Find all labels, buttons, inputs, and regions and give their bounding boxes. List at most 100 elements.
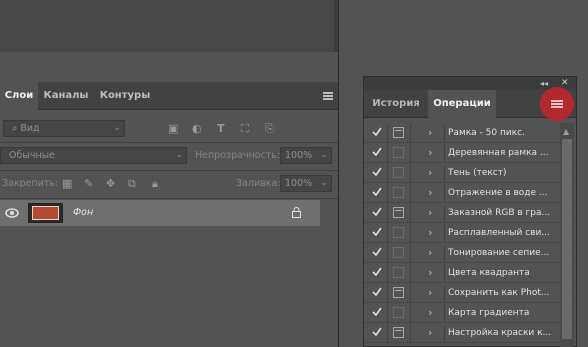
expand-chevron-icon[interactable]: › xyxy=(428,224,432,241)
lock-image-icon[interactable]: ✎ xyxy=(84,175,93,192)
column-divider xyxy=(410,143,411,163)
column-divider xyxy=(410,203,411,223)
action-name: Рамка - 50 пикс. xyxy=(444,125,556,141)
expand-chevron-icon[interactable]: › xyxy=(428,324,432,341)
expand-chevron-icon[interactable]: › xyxy=(428,124,432,141)
dialog-toggle-icon[interactable] xyxy=(393,247,404,258)
chevron-down-icon: ⌄ xyxy=(175,150,183,160)
collapse-icon[interactable]: ◂◂ xyxy=(540,77,548,90)
dialog-toggle-icon[interactable] xyxy=(393,187,404,198)
checkmark-icon[interactable] xyxy=(372,207,382,217)
expand-chevron-icon[interactable]: › xyxy=(428,144,432,161)
layer-row[interactable]: Фон xyxy=(0,200,320,226)
checkmark-icon[interactable] xyxy=(372,167,382,177)
actions-scrollbar[interactable]: ▲ xyxy=(560,123,574,347)
action-row[interactable]: › Карта градиента xyxy=(364,303,576,323)
column-divider xyxy=(387,243,388,263)
expand-chevron-icon[interactable]: › xyxy=(428,244,432,261)
column-divider xyxy=(387,283,388,303)
layer-filter-select[interactable]: ⌕ Вид ⌄ xyxy=(3,120,125,137)
action-name: Сохранить как Phot... xyxy=(444,285,556,301)
expand-chevron-icon[interactable]: › xyxy=(428,284,432,301)
layer-name[interactable]: Фон xyxy=(73,200,93,226)
lock-artboard-icon[interactable]: ⧉ xyxy=(128,175,136,192)
tab-history[interactable]: История xyxy=(364,90,428,118)
dialog-toggle-icon[interactable] xyxy=(393,287,404,298)
opacity-field[interactable]: 100% ⌄ xyxy=(280,147,332,164)
action-row[interactable]: › Тень (текст) xyxy=(364,163,576,183)
column-divider xyxy=(387,323,388,343)
dialog-toggle-icon[interactable] xyxy=(393,267,404,278)
actions-panel-menu-button[interactable] xyxy=(540,87,574,121)
tab-actions[interactable]: Операции xyxy=(428,90,496,118)
adjustment-filter-icon[interactable]: ◐ xyxy=(192,120,202,137)
dialog-toggle-icon[interactable] xyxy=(393,207,404,218)
column-divider xyxy=(410,263,411,283)
tab-channels[interactable]: Каналы xyxy=(40,82,92,110)
layer-thumbnail[interactable] xyxy=(28,203,63,223)
action-row[interactable]: › Рамка - 50 пикс. xyxy=(364,123,576,143)
fill-field[interactable]: 100% ⌄ xyxy=(280,175,332,192)
expand-chevron-icon[interactable]: › xyxy=(428,204,432,221)
blend-mode-value: Обычные xyxy=(9,150,56,161)
dialog-toggle-icon[interactable] xyxy=(393,307,404,318)
action-name: Расплавленный сви... xyxy=(444,225,556,241)
expand-chevron-icon[interactable]: › xyxy=(428,304,432,321)
action-row[interactable]: › Настройка краски к... xyxy=(364,323,576,343)
column-divider xyxy=(410,163,411,183)
dialog-toggle-icon[interactable] xyxy=(393,147,404,158)
checkmark-icon[interactable] xyxy=(372,287,382,297)
action-row[interactable]: › Сохранить как Phot... xyxy=(364,283,576,303)
expand-chevron-icon[interactable]: › xyxy=(428,164,432,181)
dialog-toggle-icon[interactable] xyxy=(393,327,404,338)
column-divider xyxy=(387,123,388,143)
expand-chevron-icon[interactable]: › xyxy=(428,184,432,201)
fill-label: Заливка: xyxy=(236,178,281,189)
smart-object-filter-icon[interactable]: ⎘ xyxy=(265,120,274,137)
column-divider xyxy=(410,283,411,303)
dialog-toggle-icon[interactable] xyxy=(393,127,404,138)
panel-divider xyxy=(338,0,339,347)
action-name: Карта градиента xyxy=(444,305,556,321)
blend-mode-select[interactable]: Обычные ⌄ xyxy=(0,147,187,164)
checkmark-icon[interactable] xyxy=(372,327,382,337)
column-divider xyxy=(387,143,388,163)
column-divider xyxy=(387,223,388,243)
eye-icon[interactable] xyxy=(5,207,19,219)
checkmark-icon[interactable] xyxy=(372,247,382,257)
checkmark-icon[interactable] xyxy=(372,127,382,137)
layers-panel: Слои Каналы Контуры ⌕ Вид ⌄ ▣ ◐ T ⛶ ⎘ Об… xyxy=(0,82,338,347)
column-divider xyxy=(387,263,388,283)
scroll-up-icon[interactable]: ▲ xyxy=(563,127,569,136)
action-row[interactable]: › Расплавленный сви... xyxy=(364,223,576,243)
column-divider xyxy=(387,203,388,223)
action-row[interactable]: › Тонирование сепие... xyxy=(364,243,576,263)
checkmark-icon[interactable] xyxy=(372,267,382,277)
dialog-toggle-icon[interactable] xyxy=(393,227,404,238)
shape-filter-icon[interactable]: ⛶ xyxy=(241,120,249,137)
action-row[interactable]: › Отражение в воде ... xyxy=(364,183,576,203)
action-row[interactable]: › Заказной RGB в гра... xyxy=(364,203,576,223)
pixel-filter-icon[interactable]: ▣ xyxy=(168,120,178,137)
scroll-thumb[interactable] xyxy=(562,139,572,339)
expand-chevron-icon[interactable]: › xyxy=(428,264,432,281)
lock-transparent-icon[interactable]: ▦ xyxy=(62,175,72,192)
action-row[interactable]: › Цвета квадранта xyxy=(364,263,576,283)
lock-position-icon[interactable]: ✥ xyxy=(106,175,115,192)
actions-tabbar: История Операции xyxy=(364,87,576,121)
tab-paths[interactable]: Контуры xyxy=(95,82,155,110)
checkmark-icon[interactable] xyxy=(372,227,382,237)
action-name: Деревянная рамка ... xyxy=(444,145,556,161)
action-row[interactable]: › Деревянная рамка ... xyxy=(364,143,576,163)
dialog-toggle-icon[interactable] xyxy=(393,167,404,178)
tab-layers[interactable]: Слои xyxy=(0,82,38,110)
checkmark-icon[interactable] xyxy=(372,147,382,157)
type-filter-icon[interactable]: T xyxy=(217,120,225,137)
document-canvas xyxy=(0,0,334,52)
actions-panel: ◂◂ ✕ История Операции › Рамка - 50 пикс. ›… xyxy=(363,76,577,347)
checkmark-icon[interactable] xyxy=(372,307,382,317)
layers-panel-menu-icon[interactable] xyxy=(323,92,333,100)
action-name: Цвета квадранта xyxy=(444,265,556,281)
checkmark-icon[interactable] xyxy=(372,187,382,197)
lock-all-icon[interactable]: 🔒︎ xyxy=(152,175,158,192)
